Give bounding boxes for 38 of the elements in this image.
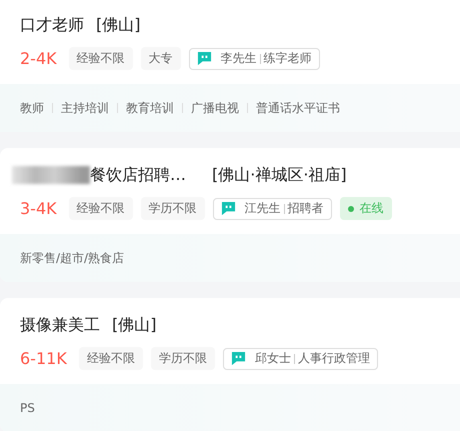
job-location: [佛山·禅城区·祖庙]	[212, 164, 347, 186]
recruiter-role: 人事行政管理	[298, 350, 370, 367]
job-title: 摄像兼美工	[20, 314, 100, 336]
job-title: 餐饮店招聘…	[90, 164, 186, 186]
job-location: [佛山]	[112, 314, 156, 336]
chat-icon	[196, 51, 212, 66]
recruiter-role: 招聘者	[288, 200, 324, 217]
job-card[interactable]: 口才老师 [佛山] 2-4K 经验不限 大专 李先生 练字老师 教师 主持培训 教育培训 广播电视 普通话水平证书	[0, 0, 460, 132]
keyword-tag: PS	[20, 401, 35, 415]
online-badge: 在线	[340, 197, 392, 220]
salary-text: 3-4K	[20, 199, 57, 218]
recruiter-name: 李先生	[220, 50, 257, 67]
requirement-tag: 经验不限	[68, 197, 133, 220]
recruiter-chip[interactable]: 江先生 招聘者	[212, 198, 332, 220]
salary-text: 6-11K	[20, 349, 67, 368]
requirement-tag: 经验不限	[78, 347, 143, 370]
job-card[interactable]: 餐饮店招聘… [佛山·禅城区·祖庙] 3-4K 经验不限 学历不限 江先生 招聘者 在线 新零售/超市/熟食店	[0, 148, 460, 282]
requirement-tag: 学历不限	[140, 197, 205, 220]
keyword-tag: 教师	[20, 100, 44, 116]
recruiter-role: 练字老师	[264, 50, 312, 67]
recruiter-chip[interactable]: 邱女士 人事行政管理	[222, 348, 378, 370]
keyword-tag: 主持培训	[61, 100, 109, 116]
keyword-tag: 教育培训	[126, 100, 174, 116]
job-location: [佛山]	[96, 14, 140, 36]
keyword-tag: 广播电视	[191, 100, 239, 116]
recruiter-chip[interactable]: 李先生 练字老师	[188, 48, 320, 70]
job-card[interactable]: 摄像兼美工 [佛山] 6-11K 经验不限 学历不限 邱女士 人事行政管理 PS	[0, 298, 460, 431]
recruiter-name: 邱女士	[254, 350, 291, 367]
requirement-tag: 学历不限	[150, 347, 215, 370]
chat-icon	[230, 351, 246, 366]
chat-icon	[220, 201, 236, 216]
job-title: 口才老师	[20, 14, 84, 36]
requirement-tag: 经验不限	[68, 47, 133, 70]
keyword-tag: 新零售/超市/熟食店	[20, 250, 124, 266]
salary-text: 2-4K	[20, 49, 57, 68]
keyword-tag: 普通话水平证书	[256, 100, 340, 116]
recruiter-name: 江先生	[244, 200, 281, 217]
requirement-tag: 大专	[140, 47, 181, 70]
